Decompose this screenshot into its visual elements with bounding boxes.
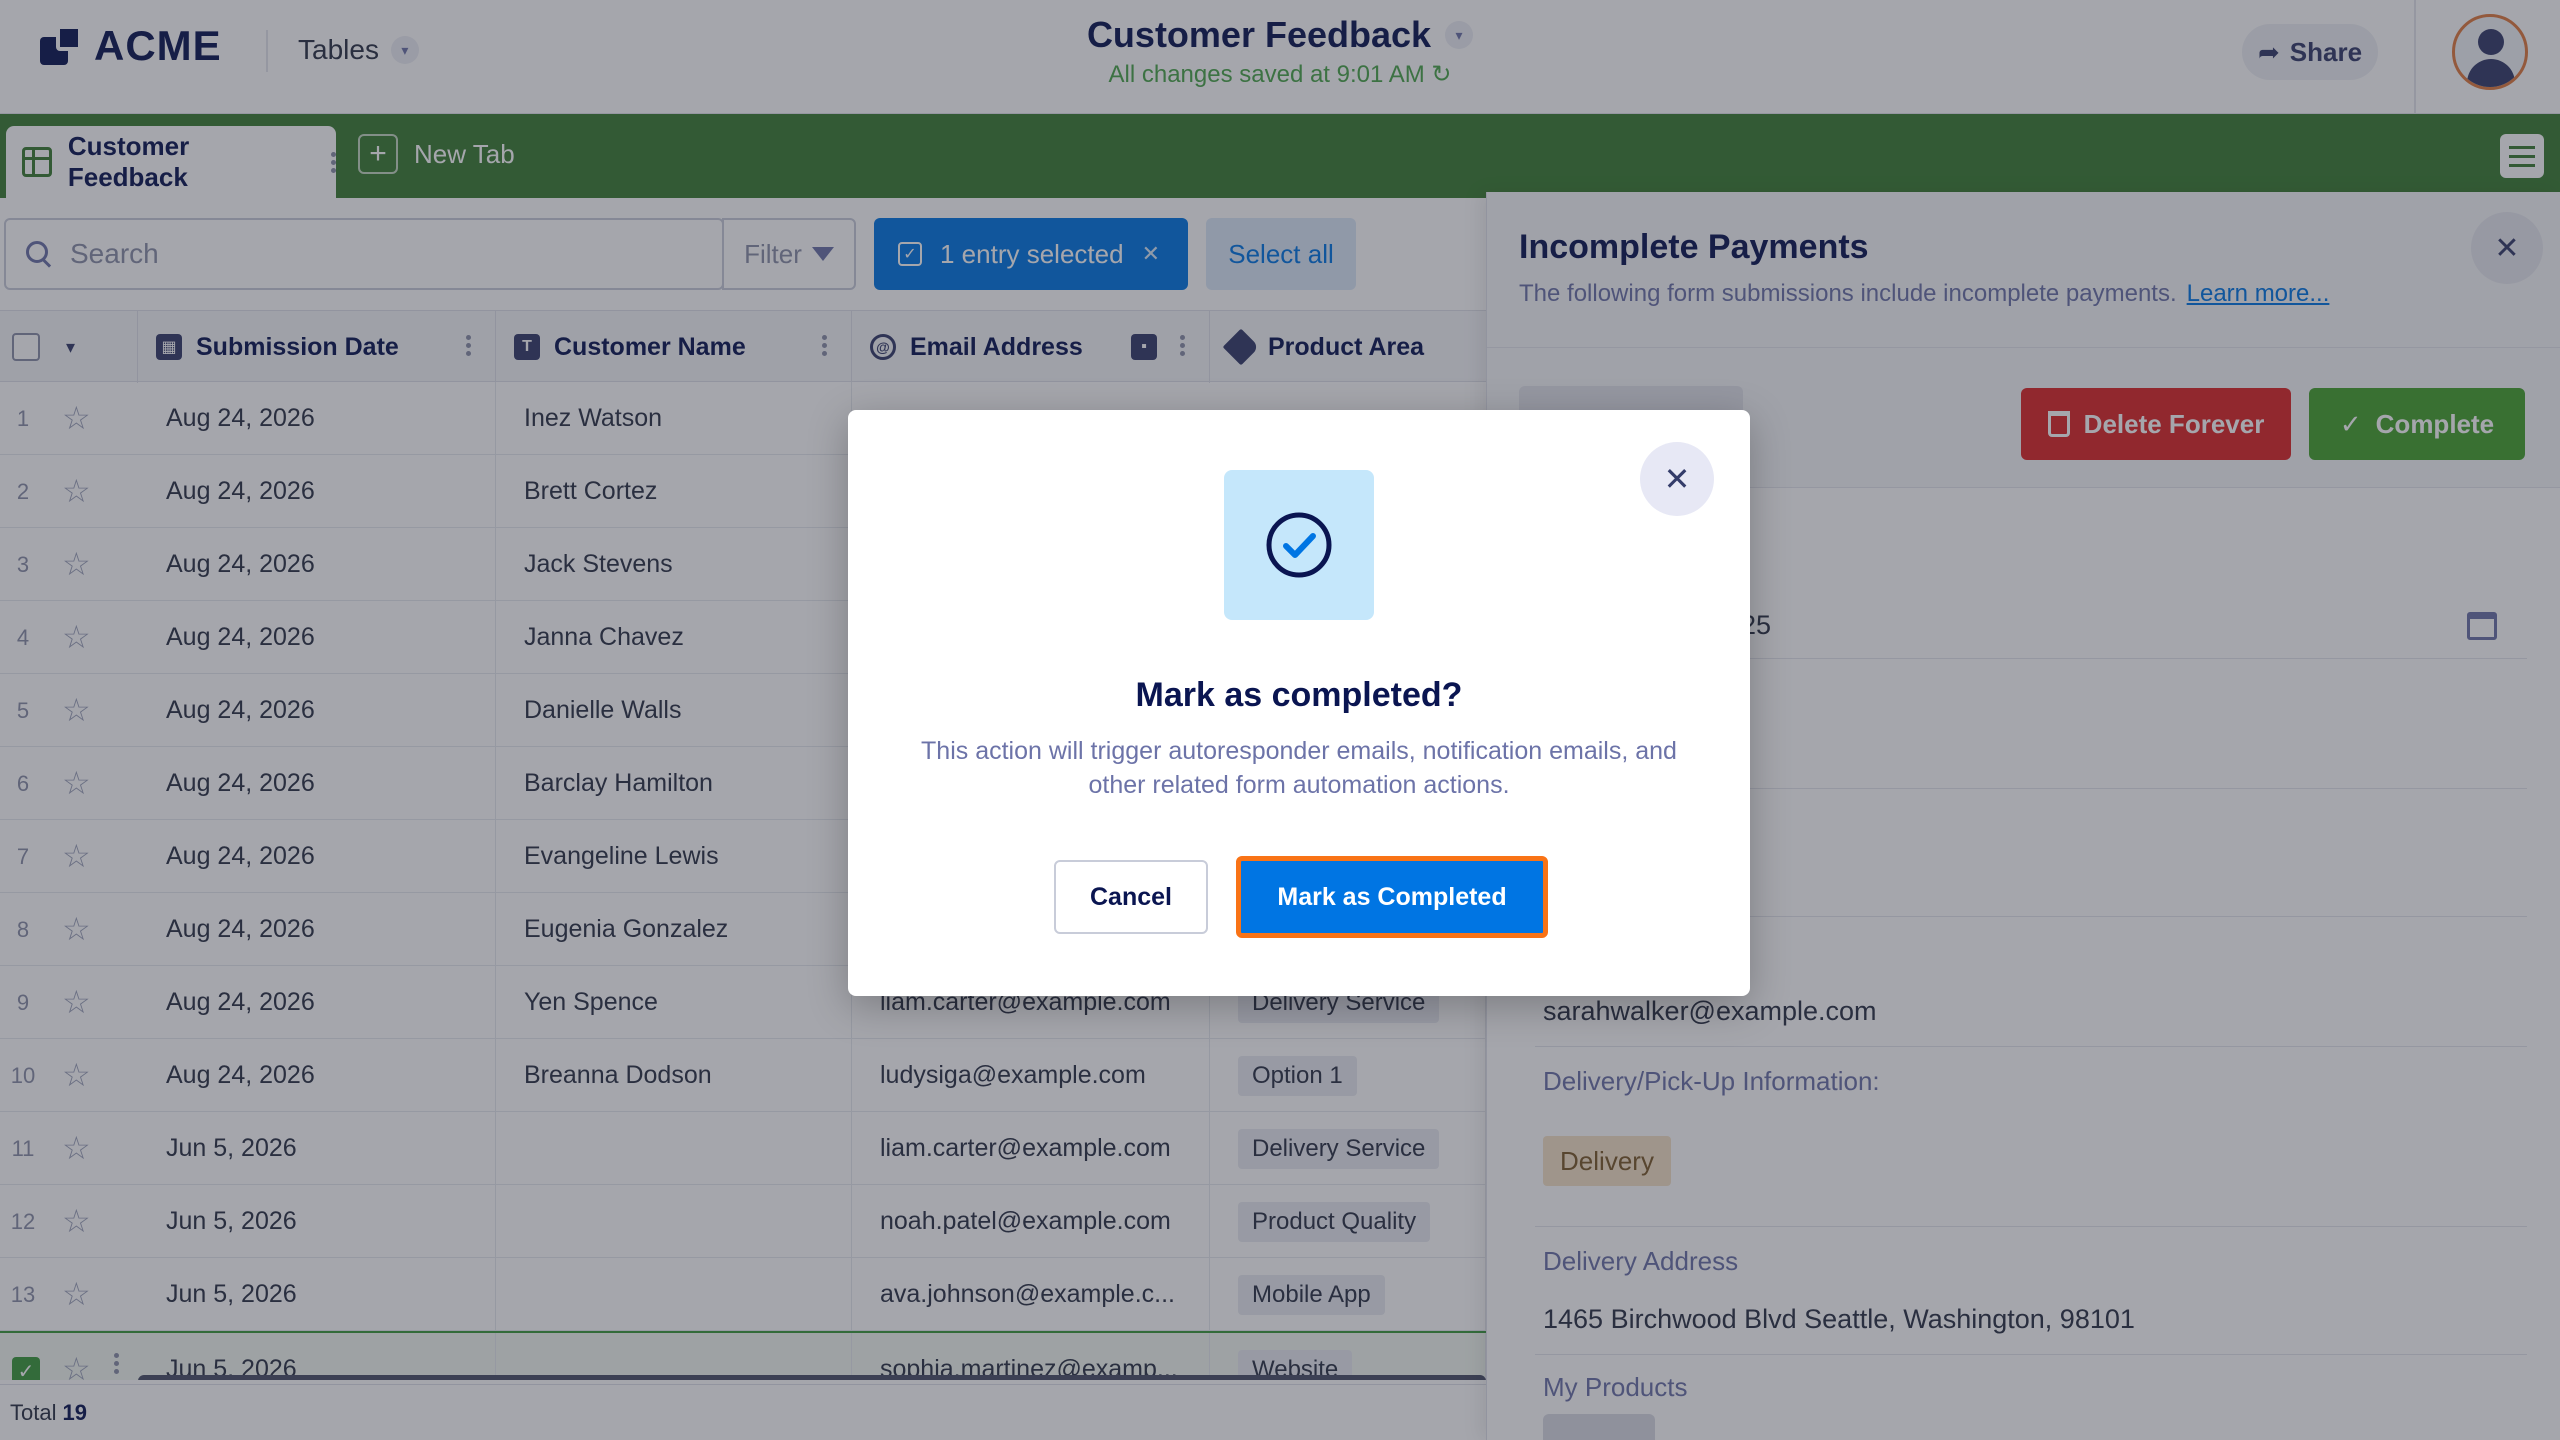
cancel-button[interactable]: Cancel: [1054, 860, 1208, 934]
mark-completed-dialog: ✕ Mark as completed? This action will tr…: [848, 410, 1750, 996]
check-badge: [1224, 470, 1374, 620]
mark-as-completed-button[interactable]: Mark as Completed: [1236, 856, 1548, 938]
check-circle-icon: [1266, 512, 1332, 578]
modal-description: This action will trigger autoresponder e…: [921, 737, 1677, 799]
modal-title: Mark as completed?: [1135, 676, 1463, 714]
modal-close-icon[interactable]: ✕: [1640, 442, 1714, 516]
